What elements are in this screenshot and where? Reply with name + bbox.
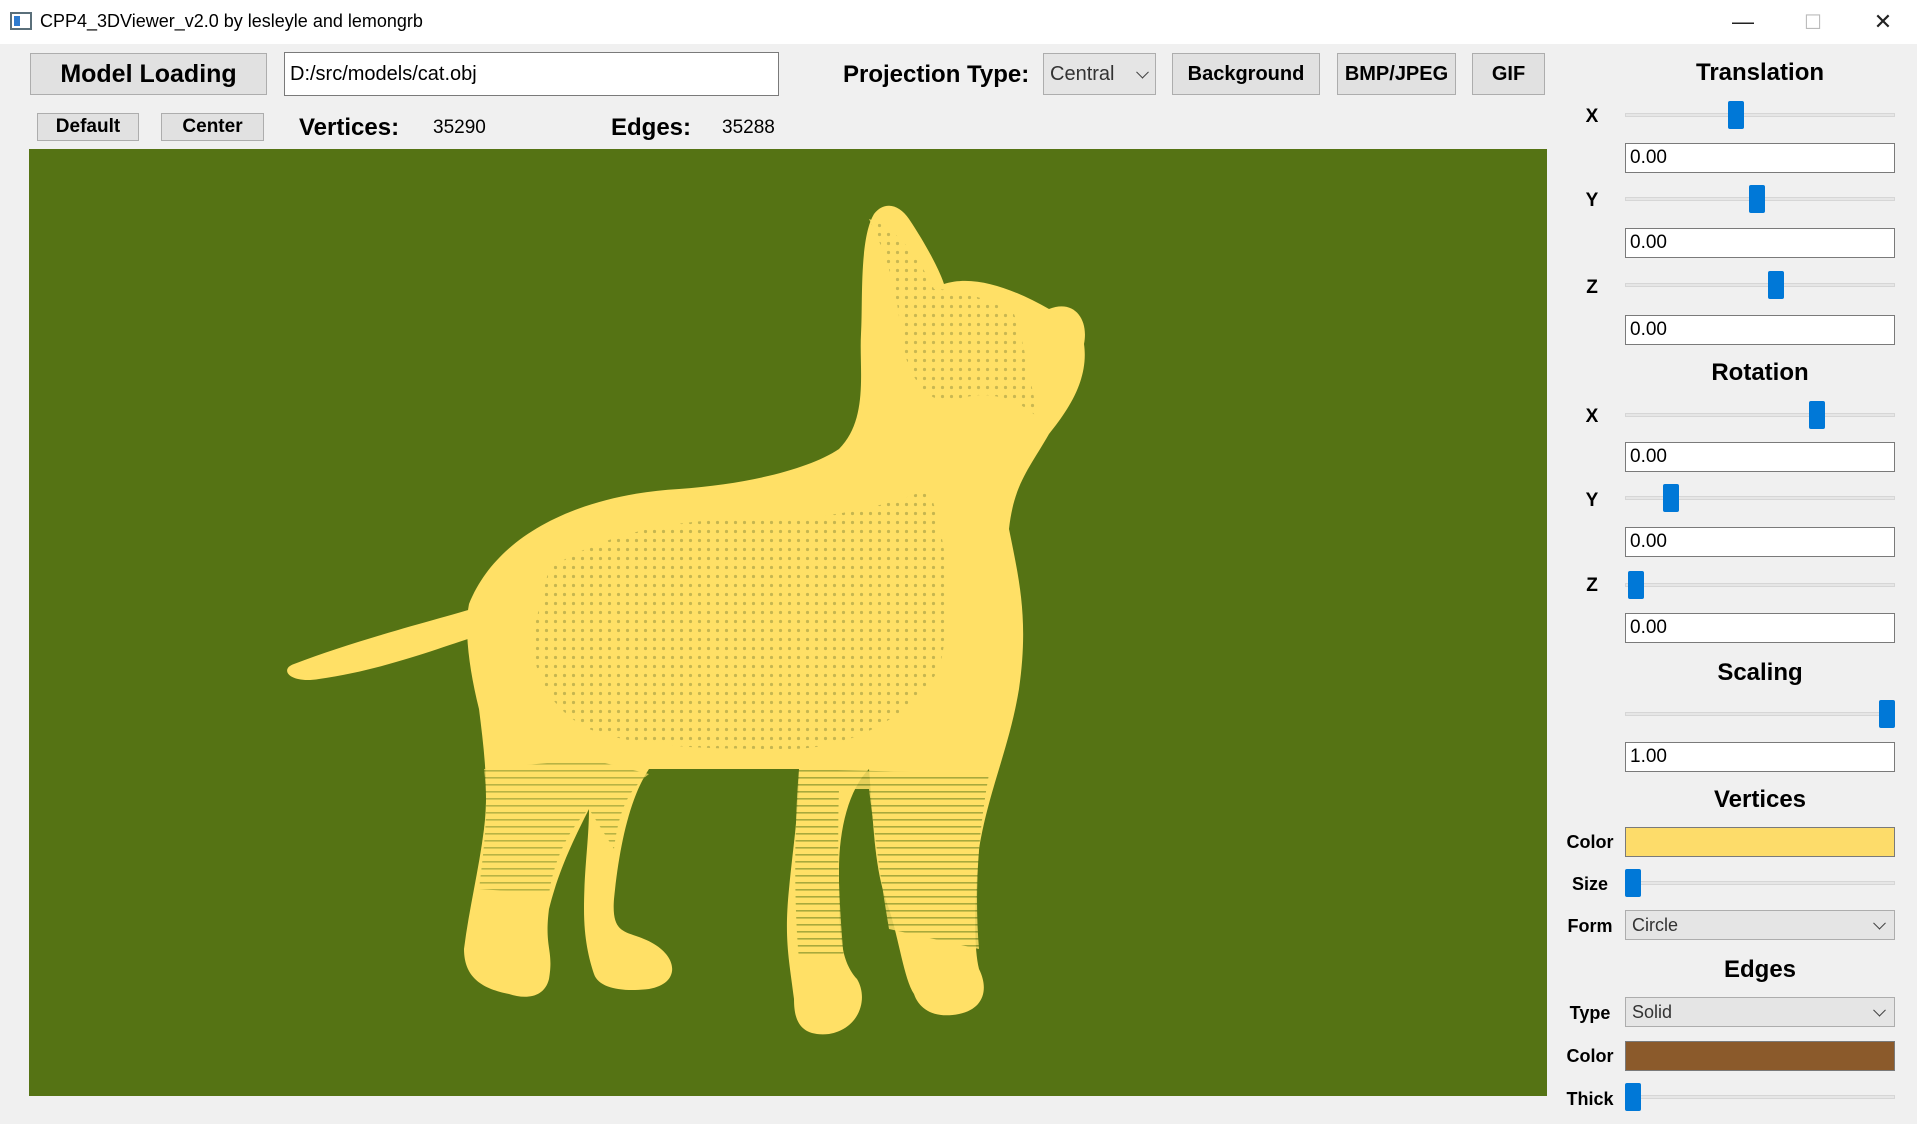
chevron-down-icon [1873, 1003, 1886, 1017]
cat-model-render [287, 205, 1085, 1035]
scaling-input[interactable]: 1.00 [1625, 742, 1895, 772]
file-path-field[interactable]: D:/src/models/cat.obj [284, 52, 779, 96]
vertices-size-label: Size [1571, 874, 1609, 894]
background-button[interactable]: Background [1172, 53, 1320, 95]
default-button[interactable]: Default [37, 113, 139, 141]
gif-button[interactable]: GIF [1472, 53, 1545, 95]
translation-z-slider[interactable] [1625, 271, 1895, 299]
chevron-down-icon [1136, 65, 1149, 79]
projection-type-value: Central [1050, 62, 1115, 85]
slider-thumb[interactable] [1768, 271, 1785, 299]
slider-thumb[interactable] [1878, 700, 1895, 728]
edges-count-label: Edges: [611, 114, 692, 141]
edges-title: Edges [1723, 956, 1797, 983]
translation-x-label: X [1585, 106, 1599, 127]
vertices-size-slider[interactable] [1625, 869, 1895, 897]
edges-count-value: 35288 [722, 117, 775, 138]
translation-y-slider[interactable] [1625, 185, 1895, 213]
cat-model [287, 205, 1085, 1035]
edges-type-value: Solid [1632, 1001, 1673, 1022]
scaling-title: Scaling [1717, 659, 1803, 686]
translation-y-input[interactable]: 0.00 [1625, 228, 1895, 258]
vertices-count-label: Vertices: [299, 114, 400, 141]
edges-color-label: Color [1566, 1046, 1614, 1066]
rotation-z-input[interactable]: 0.00 [1625, 613, 1895, 643]
app-icon [10, 12, 32, 30]
rotation-y-input[interactable]: 0.00 [1625, 527, 1895, 557]
rotation-x-input[interactable]: 0.00 [1625, 442, 1895, 472]
chevron-down-icon [1873, 916, 1886, 930]
vertices-count-value: 35290 [433, 117, 486, 138]
translation-z-input[interactable]: 0.00 [1625, 315, 1895, 345]
slider-thumb[interactable] [1808, 401, 1825, 429]
rotation-x-slider[interactable] [1625, 401, 1895, 429]
edges-type-label: Type [1569, 1003, 1611, 1023]
edges-color-picker[interactable] [1625, 1041, 1895, 1071]
rotation-title: Rotation [1711, 359, 1809, 386]
rotation-z-slider[interactable] [1625, 571, 1895, 599]
projection-type-select[interactable]: Central [1043, 53, 1156, 95]
translation-z-label: Z [1586, 277, 1598, 298]
slider-thumb[interactable] [1749, 185, 1766, 213]
translation-title: Translation [1695, 59, 1825, 86]
slider-thumb[interactable] [1625, 1083, 1642, 1111]
edges-thick-label: Thick [1566, 1089, 1614, 1109]
rotation-y-label: Y [1585, 490, 1599, 511]
vertices-form-value: Circle [1632, 914, 1679, 935]
maximize-button[interactable]: ☐ [1778, 0, 1848, 44]
title-bar: CPP4_3DViewer_v2.0 by lesleyle and lemon… [0, 0, 1917, 44]
slider-thumb[interactable] [1625, 869, 1642, 897]
slider-thumb[interactable] [1627, 571, 1644, 599]
close-button[interactable]: ✕ [1848, 0, 1917, 44]
vertices-form-label: Form [1567, 916, 1613, 936]
translation-x-slider[interactable] [1625, 101, 1895, 129]
translation-y-label: Y [1585, 190, 1599, 211]
slider-thumb[interactable] [1727, 101, 1744, 129]
edges-type-select[interactable]: Solid [1625, 997, 1895, 1027]
slider-thumb[interactable] [1662, 484, 1679, 512]
minimize-button[interactable]: — [1708, 0, 1778, 44]
rotation-z-label: Z [1586, 575, 1598, 596]
translation-x-input[interactable]: 0.00 [1625, 143, 1895, 173]
rotation-x-label: X [1585, 406, 1599, 427]
edges-thick-slider[interactable] [1625, 1083, 1895, 1111]
center-button[interactable]: Center [161, 113, 264, 141]
vertices-title: Vertices [1713, 786, 1807, 813]
window-title: CPP4_3DViewer_v2.0 by lesleyle and lemon… [40, 11, 423, 31]
rotation-y-slider[interactable] [1625, 484, 1895, 512]
scaling-slider[interactable] [1625, 700, 1895, 728]
vertices-color-picker[interactable] [1625, 827, 1895, 857]
projection-type-label: Projection Type: [843, 61, 1030, 88]
model-loading-button[interactable]: Model Loading [30, 53, 267, 95]
vertices-form-select[interactable]: Circle [1625, 910, 1895, 940]
model-viewport[interactable] [29, 149, 1547, 1096]
bmp-jpeg-button[interactable]: BMP/JPEG [1337, 53, 1456, 95]
vertices-color-label: Color [1566, 832, 1614, 852]
